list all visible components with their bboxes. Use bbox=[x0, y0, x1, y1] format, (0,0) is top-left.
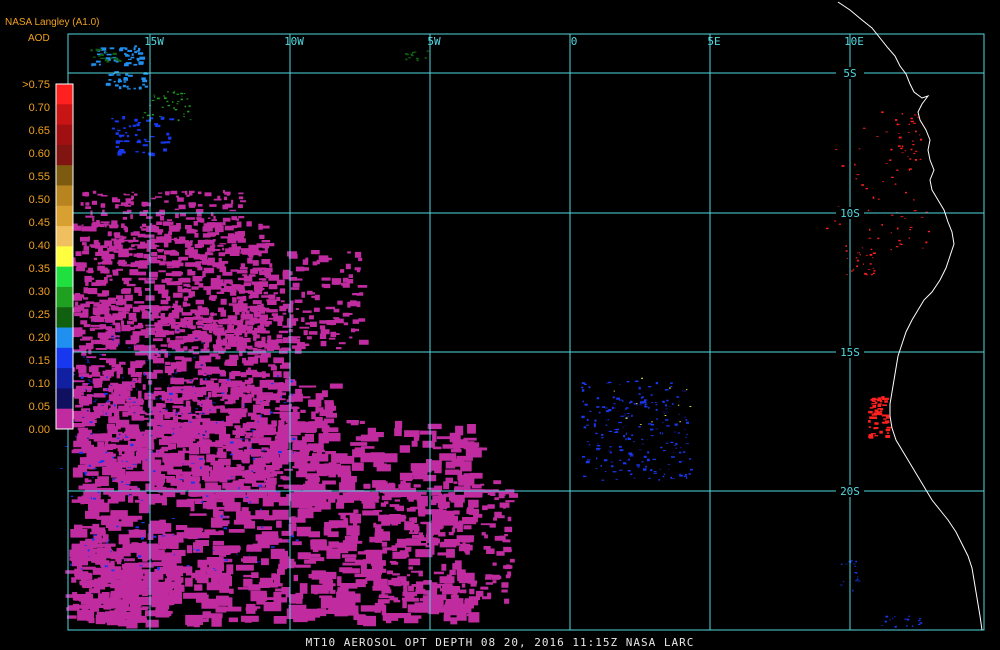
legend-swatch bbox=[56, 124, 73, 146]
legend-label: >0.75 bbox=[22, 79, 50, 91]
longitude-label: 0 bbox=[571, 35, 578, 48]
aod-map-view: 15W 10W 5W 0 5E 10E 5S 10S 15S 20S NASA Langley (… bbox=[0, 0, 1000, 650]
legend-swatch bbox=[56, 347, 73, 369]
longitude-label: 5E bbox=[707, 35, 720, 48]
legend-label: 0.05 bbox=[28, 401, 50, 413]
latitude-label: 20S bbox=[840, 485, 860, 498]
legend-swatch bbox=[56, 286, 73, 308]
legend-swatch bbox=[56, 104, 73, 126]
legend-swatch bbox=[56, 165, 73, 186]
legend-label: 0.15 bbox=[28, 355, 50, 367]
legend-label: 0.00 bbox=[28, 424, 50, 436]
legend-swatch bbox=[56, 307, 73, 329]
grid-labels: 15W 10W 5W 0 5E 10E 5S 10S 15S 20S bbox=[144, 35, 864, 498]
legend-swatch bbox=[56, 246, 73, 268]
legend-swatch bbox=[56, 84, 73, 105]
latitude-label: 10S bbox=[840, 207, 860, 220]
legend-swatch bbox=[56, 368, 73, 389]
legend-label: 0.35 bbox=[28, 263, 50, 275]
coastline bbox=[837, 1, 983, 631]
footer-caption: MT10 AEROSOL OPT DEPTH 08 20, 2016 11:15… bbox=[305, 636, 695, 649]
legend-label: 0.20 bbox=[28, 332, 50, 344]
legend-label: 0.40 bbox=[28, 240, 50, 252]
legend-label: 0.55 bbox=[28, 171, 50, 183]
source-label: NASA Langley (A1.0) bbox=[5, 17, 100, 28]
latitude-label: 15S bbox=[840, 346, 860, 359]
legend-swatch bbox=[56, 144, 73, 166]
aod-legend-bar bbox=[55, 83, 74, 430]
legend-label: 0.65 bbox=[28, 125, 50, 137]
legend-label: 0.50 bbox=[28, 194, 50, 206]
legend-label: 0.45 bbox=[28, 217, 50, 229]
legend-label: 0.10 bbox=[28, 378, 50, 390]
legend-swatch bbox=[56, 388, 73, 410]
legend-swatch bbox=[56, 327, 73, 349]
longitude-label: 10E bbox=[844, 35, 864, 48]
legend-label: 0.30 bbox=[28, 286, 50, 298]
legend-label: 0.60 bbox=[28, 148, 50, 160]
legend-swatch bbox=[56, 408, 73, 430]
legend-swatch bbox=[56, 266, 73, 288]
legend-swatch bbox=[56, 185, 73, 207]
legend-label: 0.70 bbox=[28, 102, 50, 114]
latitude-label: 5S bbox=[843, 67, 856, 80]
legend-swatch bbox=[56, 205, 73, 227]
legend-label: 0.25 bbox=[28, 309, 50, 321]
longitude-label: 10W bbox=[284, 35, 304, 48]
longitude-label: 15W bbox=[144, 35, 164, 48]
longitude-label: 5W bbox=[427, 35, 441, 48]
map-canvas: 15W 10W 5W 0 5E 10E 5S 10S 15S 20S bbox=[55, 1, 985, 631]
aerosol-layer bbox=[60, 45, 930, 629]
legend-swatch bbox=[56, 226, 73, 247]
product-label: AOD bbox=[28, 33, 50, 44]
